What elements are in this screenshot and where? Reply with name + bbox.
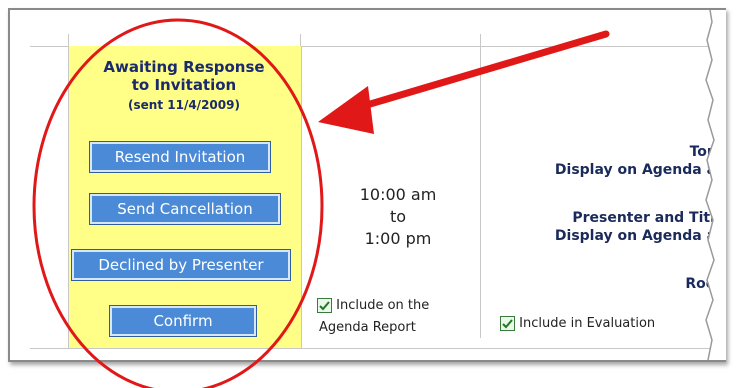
details-column: Topic Display on Agenda as: Presenter an… [498,144,724,344]
session-time: 10:00 am to 1:00 pm [310,184,486,250]
status-title-line2: to Invitation [131,76,237,94]
table-divider [30,348,726,349]
include-evaluation-option: Include in Evaluation [500,316,655,331]
start-time: 10:00 am [359,185,437,204]
screenshot-frame: Awaiting Response to Invitation (sent 11… [8,8,726,362]
confirm-button[interactable]: Confirm [109,305,257,337]
include-agenda-label: Include on the [336,298,430,313]
include-agenda-option: Include on the Agenda Report [317,295,429,339]
resend-invitation-button[interactable]: Resend Invitation [89,141,271,173]
checkbox-checked-icon[interactable] [317,298,332,313]
end-time: 1:00 pm [364,229,432,248]
status-title-line1: Awaiting Response [103,58,265,76]
checkbox-checked-icon[interactable] [500,316,515,331]
include-evaluation-label: Include in Evaluation [519,316,656,331]
include-agenda-label-2: Agenda Report [319,320,416,335]
invitation-status: Awaiting Response to Invitation (sent 11… [68,58,300,114]
declined-by-presenter-button[interactable]: Declined by Presenter [71,249,291,281]
send-cancellation-button[interactable]: Send Cancellation [89,193,281,225]
sent-date-note: (sent 11/4/2009) [128,98,240,112]
torn-edge [705,10,726,360]
time-to: to [389,207,407,226]
